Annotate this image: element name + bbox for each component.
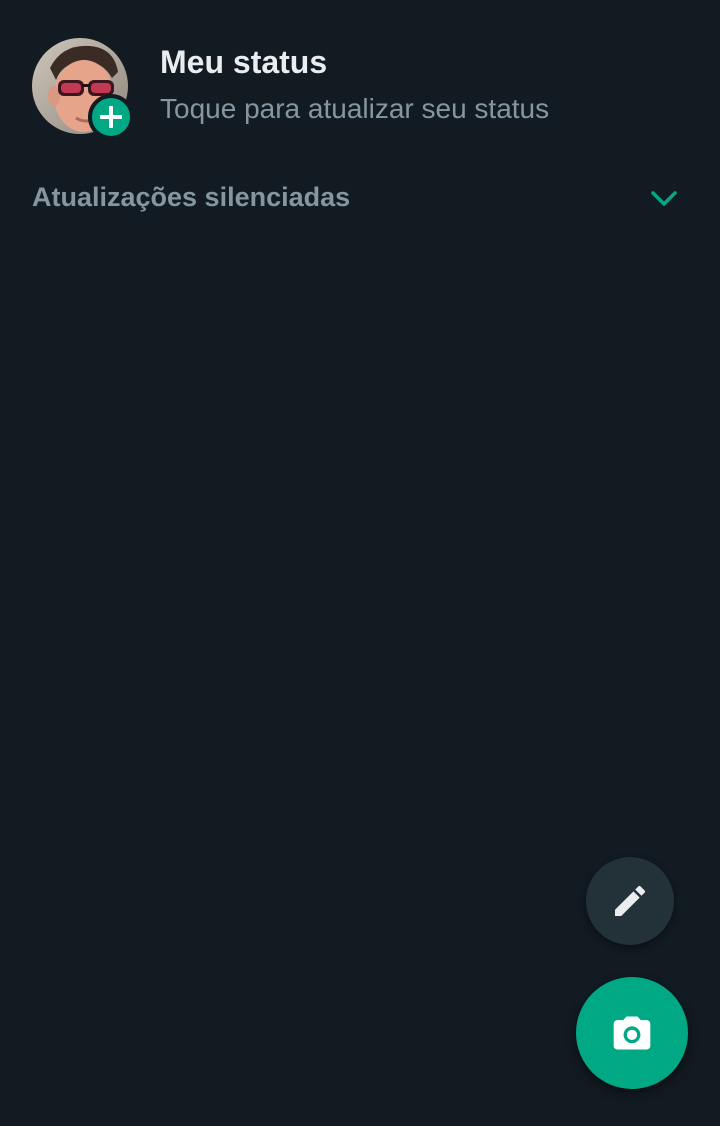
chevron-down-icon[interactable] xyxy=(648,182,680,214)
my-status-title: Meu status xyxy=(160,44,328,80)
avatar-container[interactable] xyxy=(32,38,134,140)
my-status-subtitle: Toque para atualizar seu status xyxy=(160,93,550,124)
camera-icon xyxy=(613,1016,651,1050)
pencil-icon xyxy=(615,885,646,916)
my-status-row[interactable]: Meu status Toque para atualizar seu stat… xyxy=(0,0,720,160)
new-text-status-button[interactable] xyxy=(586,857,674,945)
muted-updates-label: Atualizações silenciadas xyxy=(32,182,351,212)
camera-status-button[interactable] xyxy=(576,977,688,1089)
muted-updates-header[interactable]: Atualizações silenciadas xyxy=(0,168,720,228)
add-status-button[interactable] xyxy=(88,94,134,140)
plus-icon xyxy=(100,106,122,128)
